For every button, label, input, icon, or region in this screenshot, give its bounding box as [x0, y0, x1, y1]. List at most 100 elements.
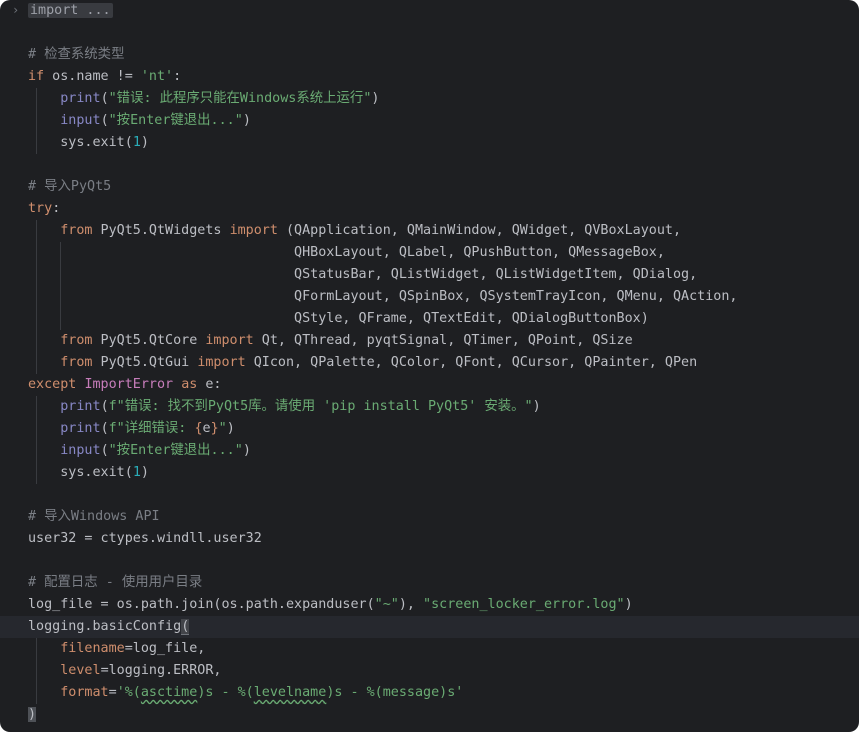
code-token: from	[60, 223, 93, 238]
code-token: filename	[60, 641, 125, 656]
code-line[interactable]	[28, 484, 859, 506]
indent-guide	[36, 330, 37, 352]
code-token: )	[140, 135, 149, 150]
code-line[interactable]: filename=log_file,	[28, 638, 859, 660]
code-line[interactable]: except ImportError as e:	[28, 374, 859, 396]
code-token: # 检查系统类型	[28, 47, 125, 62]
code-token: ImportError	[84, 377, 174, 392]
code-line[interactable]: print("错误: 此程序只能在Windows系统上运行")	[28, 88, 859, 110]
fold-gutter[interactable]: ›	[0, 0, 24, 22]
code-token: QIcon, QPalette, QColor, QFont, QCursor,…	[245, 355, 698, 370]
code-token: from	[60, 355, 93, 370]
code-area[interactable]: import ... # 检查系统类型 if os.name != 'nt': pr…	[0, 0, 859, 726]
indent-guide	[36, 88, 37, 110]
code-token: )	[242, 443, 251, 458]
code-line[interactable]: sys.exit(1)	[28, 462, 859, 484]
code-token: 'nt'	[140, 69, 174, 84]
code-token: input	[60, 443, 101, 458]
code-editor[interactable]: › import ... # 检查系统类型 if os.name != 'nt': …	[0, 0, 859, 732]
code-token: (	[100, 91, 109, 106]
code-token: )s - %(	[197, 685, 254, 700]
code-token: :	[173, 69, 182, 84]
code-token: )	[532, 399, 541, 414]
code-token: sys.exit(	[28, 465, 133, 480]
code-token: )	[28, 707, 37, 722]
code-token: level	[60, 663, 101, 678]
indent-guide	[36, 396, 37, 418]
code-line[interactable]: # 配置日志 - 使用用户目录	[28, 572, 859, 594]
code-line[interactable]: sys.exit(1)	[28, 132, 859, 154]
code-token: f"错误: 找不到PyQt5库。请使用 'pip install PyQt5' …	[108, 399, 533, 414]
code-token: print	[60, 421, 101, 436]
code-line[interactable]: log_file = os.path.join(os.path.expandus…	[28, 594, 859, 616]
code-token: "	[218, 421, 227, 436]
code-token: import	[197, 355, 246, 370]
indent-guide	[60, 308, 61, 330]
code-token: 1	[132, 465, 141, 480]
chevron-right-icon[interactable]: ›	[12, 3, 19, 17]
code-token: =log_file,	[124, 641, 206, 656]
indent-guide	[36, 418, 37, 440]
code-token: print	[60, 91, 101, 106]
code-token: (QApplication, QMainWindow, QWidget, QVB…	[277, 223, 682, 238]
code-line[interactable]: QStatusBar, QListWidget, QListWidgetItem…	[28, 264, 859, 286]
code-line[interactable]: format='%(asctime)s - %(levelname)s - %(…	[28, 682, 859, 704]
code-token: ),	[398, 597, 424, 612]
code-token: PyQt5.QtCore	[92, 333, 206, 348]
code-line[interactable]: import ...	[28, 0, 859, 22]
code-token: QStatusBar, QListWidget, QListWidgetItem…	[28, 267, 698, 282]
code-line[interactable]: )	[28, 704, 859, 726]
code-line[interactable]: if os.name != 'nt':	[28, 66, 859, 88]
code-token: sys.exit(	[28, 135, 133, 150]
code-line[interactable]: try:	[28, 198, 859, 220]
code-line[interactable]: from PyQt5.QtCore import Qt, QThread, py…	[28, 330, 859, 352]
folded-imports[interactable]: import ...	[28, 3, 113, 18]
code-line[interactable]: # 检查系统类型	[28, 44, 859, 66]
code-line[interactable]: QHBoxLayout, QLabel, QPushButton, QMessa…	[28, 242, 859, 264]
code-line[interactable]: logging.basicConfig(	[0, 616, 859, 638]
code-token: QHBoxLayout, QLabel, QPushButton, QMessa…	[28, 245, 665, 260]
indent-guide	[36, 660, 37, 682]
code-token: )s - %(message)s'	[326, 685, 464, 700]
code-line[interactable]: # 导入Windows API	[28, 506, 859, 528]
code-line[interactable]: user32 = ctypes.windll.user32	[28, 528, 859, 550]
code-token: )	[140, 465, 149, 480]
indent-guide	[36, 682, 37, 704]
code-token: "按Enter键退出..."	[108, 113, 243, 128]
code-line[interactable]: level=logging.ERROR,	[28, 660, 859, 682]
indent-guide	[36, 110, 37, 132]
code-token: import	[229, 223, 278, 238]
code-token: levelname	[253, 685, 327, 700]
code-line[interactable]: input("按Enter键退出...")	[28, 440, 859, 462]
code-line[interactable]: print(f"详细错误: {e}")	[28, 418, 859, 440]
code-token: "按Enter键退出..."	[108, 443, 243, 458]
code-line[interactable]: # 导入PyQt5	[28, 176, 859, 198]
code-line[interactable]: input("按Enter键退出...")	[28, 110, 859, 132]
code-line[interactable]: QFormLayout, QSpinBox, QSystemTrayIcon, …	[28, 286, 859, 308]
code-line[interactable]: from PyQt5.QtGui import QIcon, QPalette,…	[28, 352, 859, 374]
code-token: (	[100, 421, 109, 436]
code-token: from	[60, 333, 93, 348]
code-line[interactable]	[28, 154, 859, 176]
code-token: '%(	[116, 685, 141, 700]
code-line[interactable]	[28, 550, 859, 572]
code-token: (	[100, 399, 109, 414]
code-line[interactable]	[28, 22, 859, 44]
code-token: (	[100, 443, 109, 458]
code-line[interactable]: print(f"错误: 找不到PyQt5库。请使用 'pip install P…	[28, 396, 859, 418]
code-token: except	[28, 377, 77, 392]
code-token: )	[242, 113, 251, 128]
code-token: "错误: 此程序只能在Windows系统上运行"	[108, 91, 372, 106]
indent-guide	[60, 286, 61, 308]
code-line[interactable]: QStyle, QFrame, QTextEdit, QDialogButton…	[28, 308, 859, 330]
indent-guide	[36, 440, 37, 462]
code-line[interactable]: from PyQt5.QtWidgets import (QApplicatio…	[28, 220, 859, 242]
code-token: )	[624, 597, 633, 612]
